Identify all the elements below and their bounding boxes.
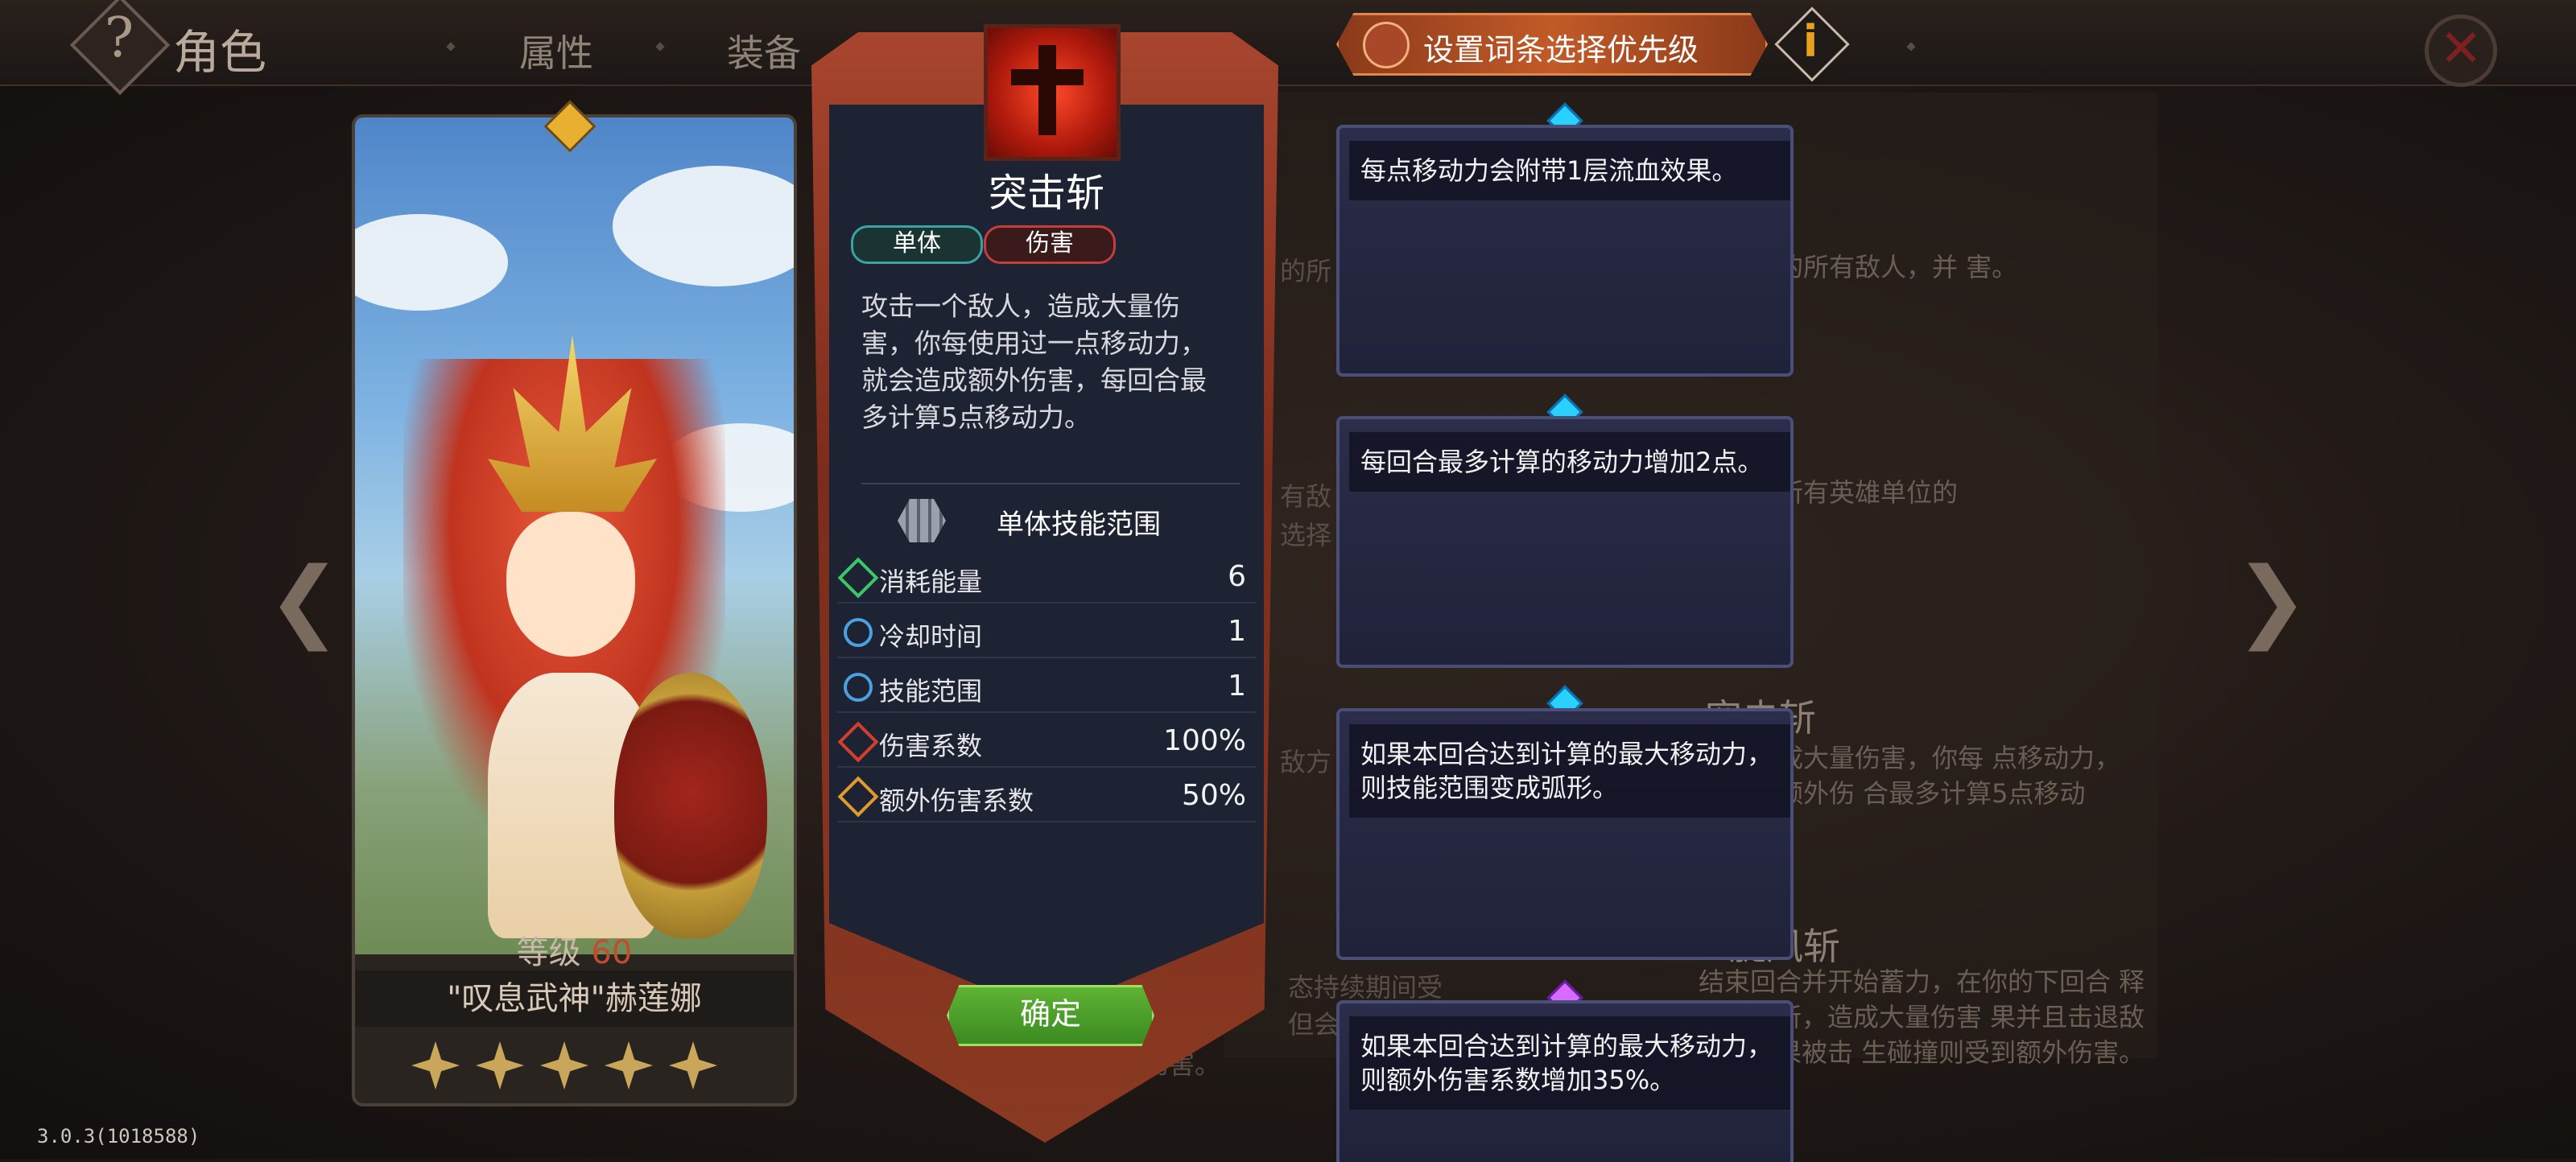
hero-card: 等级 60 "叹息武神"赫莲娜 <box>352 114 797 1106</box>
info-icon[interactable]: i <box>1800 16 1821 69</box>
affix-card[interactable]: 如果本回合达到计算的最大移动力，则技能范围变成弧形。 <box>1336 708 1794 960</box>
stat-value: 100% <box>1163 724 1246 757</box>
next-arrow-icon[interactable]: ❯ <box>2223 555 2320 644</box>
extra-damage-icon <box>837 776 879 818</box>
level-label: 等级 <box>516 934 581 971</box>
stat-value: 1 <box>1228 670 1246 703</box>
tag-single-target: 单体 <box>851 225 983 264</box>
affix-text: 如果本回合达到计算的最大移动力，则额外伤害系数增加35%。 <box>1349 1016 1790 1110</box>
cooldown-icon <box>837 612 879 653</box>
star-icon <box>669 1041 717 1090</box>
affix-card[interactable]: 每回合最多计算的移动力增加2点。 <box>1336 416 1794 668</box>
version-label: 3.0.3(1018588) <box>37 1125 200 1148</box>
tag-damage: 伤害 <box>984 225 1116 264</box>
priority-label: 设置词条选择优先级 <box>1423 32 1699 68</box>
bg-fragment: 的所 <box>1280 256 1332 286</box>
stat-row-cooldown: 冷却时间 1 <box>837 607 1256 658</box>
stat-value: 6 <box>1228 560 1246 593</box>
damage-icon <box>837 721 879 763</box>
stat-row-energy: 消耗能量 6 <box>837 552 1256 604</box>
page-title: 角色 <box>173 25 267 80</box>
top-bar <box>0 0 2576 86</box>
skill-name: 突击斩 <box>988 171 1104 216</box>
hero-shield <box>614 673 767 938</box>
affix-text: 如果本回合达到计算的最大移动力，则技能范围变成弧形。 <box>1349 724 1790 818</box>
divider <box>861 483 1240 484</box>
confirm-button[interactable]: 确定 <box>947 985 1154 1046</box>
stat-label: 冷却时间 <box>879 621 983 652</box>
bg-fragment: 敌方 <box>1280 747 1332 777</box>
star-icon <box>540 1041 588 1090</box>
sword-icon <box>1038 45 1056 135</box>
hero-portrait <box>355 117 794 954</box>
stat-label: 伤害系数 <box>879 731 983 761</box>
skill-description: 攻击一个敌人，造成大量伤害，你每使用过一点移动力，就会造成额外伤害，每回合最多计… <box>861 290 1207 433</box>
question-icon[interactable]: ? <box>95 6 143 79</box>
star-icon <box>605 1041 653 1090</box>
stat-row-range: 技能范围 1 <box>837 661 1256 713</box>
stat-row-damage: 伤害系数 100% <box>837 716 1256 768</box>
stat-row-extra-damage: 额外伤害系数 50% <box>837 771 1256 822</box>
priority-icon <box>1363 22 1410 68</box>
hero-level: 等级 60 <box>355 926 794 973</box>
close-icon[interactable]: ✕ <box>2439 19 2483 79</box>
priority-settings-button[interactable]: 设置词条选择优先级 <box>1336 13 1768 76</box>
stat-value: 50% <box>1181 779 1246 812</box>
range-label: 单体技能范围 <box>997 509 1161 541</box>
hero-face <box>506 512 635 657</box>
stat-label: 消耗能量 <box>879 567 983 597</box>
bg-fragment: 态持续期间受 <box>1288 972 1443 1003</box>
bg-fragment: 但会 <box>1288 1009 1340 1040</box>
range-icon <box>837 666 879 708</box>
bg-fragment: 有敌 <box>1280 481 1332 512</box>
star-icon <box>411 1041 460 1090</box>
energy-icon <box>837 557 879 599</box>
prev-arrow-icon[interactable]: ❮ <box>256 555 353 644</box>
stat-label: 额外伤害系数 <box>879 785 1034 816</box>
stat-label: 技能范围 <box>879 676 983 707</box>
sword-guard <box>1011 69 1084 85</box>
hero-name: "叹息武神"赫莲娜 <box>355 970 794 1027</box>
cloud <box>613 166 794 286</box>
star-rating <box>411 1035 749 1099</box>
stat-value: 1 <box>1228 615 1246 648</box>
star-icon <box>476 1041 524 1090</box>
affix-card[interactable]: 每点移动力会附带1层流血效果。 <box>1336 125 1794 377</box>
affix-text: 每点移动力会附带1层流血效果。 <box>1349 141 1790 200</box>
affix-card[interactable]: 如果本回合达到计算的最大移动力，则额外伤害系数增加35%。 <box>1336 1000 1794 1162</box>
tab-equipment[interactable]: 装备 <box>727 24 801 77</box>
tab-attributes[interactable]: 属性 <box>519 24 593 77</box>
bg-fragment: 选择 <box>1280 520 1332 550</box>
level-value: 60 <box>591 934 633 971</box>
affix-text: 每回合最多计算的移动力增加2点。 <box>1349 432 1790 492</box>
close-button[interactable]: ✕ <box>2425 14 2497 87</box>
cloud <box>355 214 508 311</box>
